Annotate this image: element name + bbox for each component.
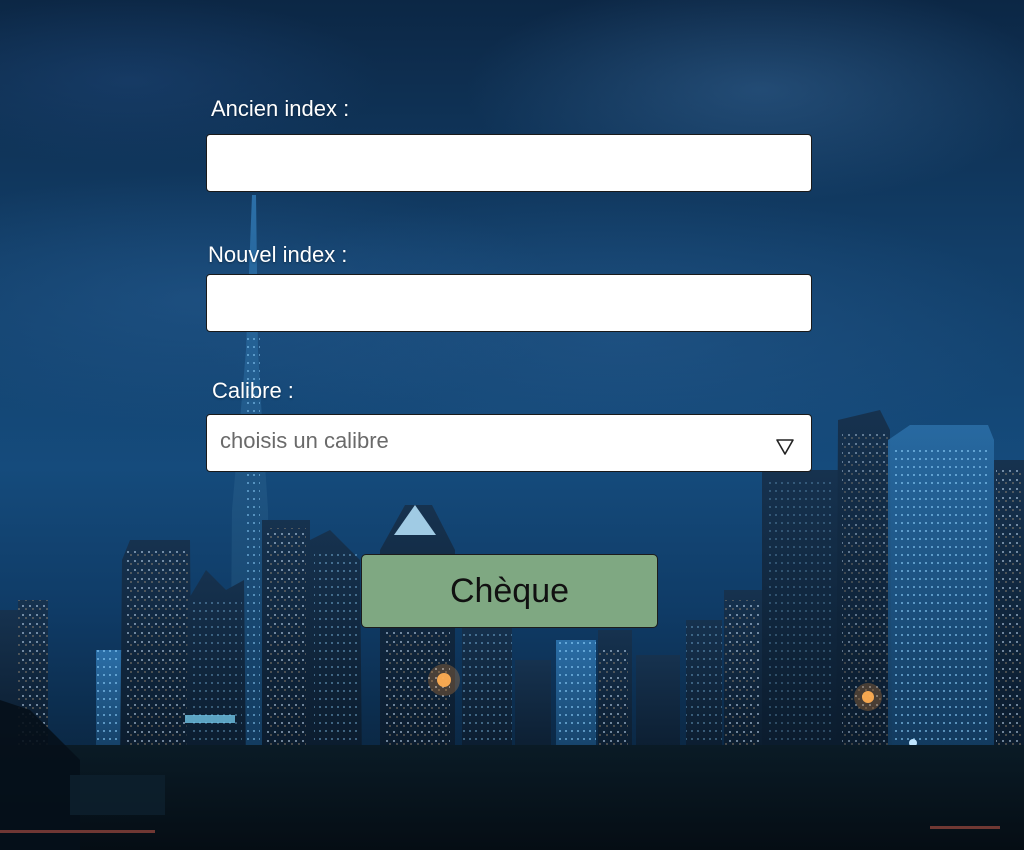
ancien-index-label: Ancien index :	[211, 96, 350, 121]
nouvel-index-label: Nouvel index :	[208, 242, 348, 267]
triangle-down-outline-icon	[773, 435, 797, 457]
calibre-select[interactable]: choisis un calibre	[206, 414, 812, 472]
calibre-select-value: choisis un calibre	[220, 428, 389, 453]
nouvel-index-input[interactable]	[206, 274, 812, 332]
cheque-submit-button[interactable]: Chèque	[361, 554, 658, 628]
ancien-index-input[interactable]	[206, 134, 812, 192]
calibre-label: Calibre :	[212, 378, 294, 403]
